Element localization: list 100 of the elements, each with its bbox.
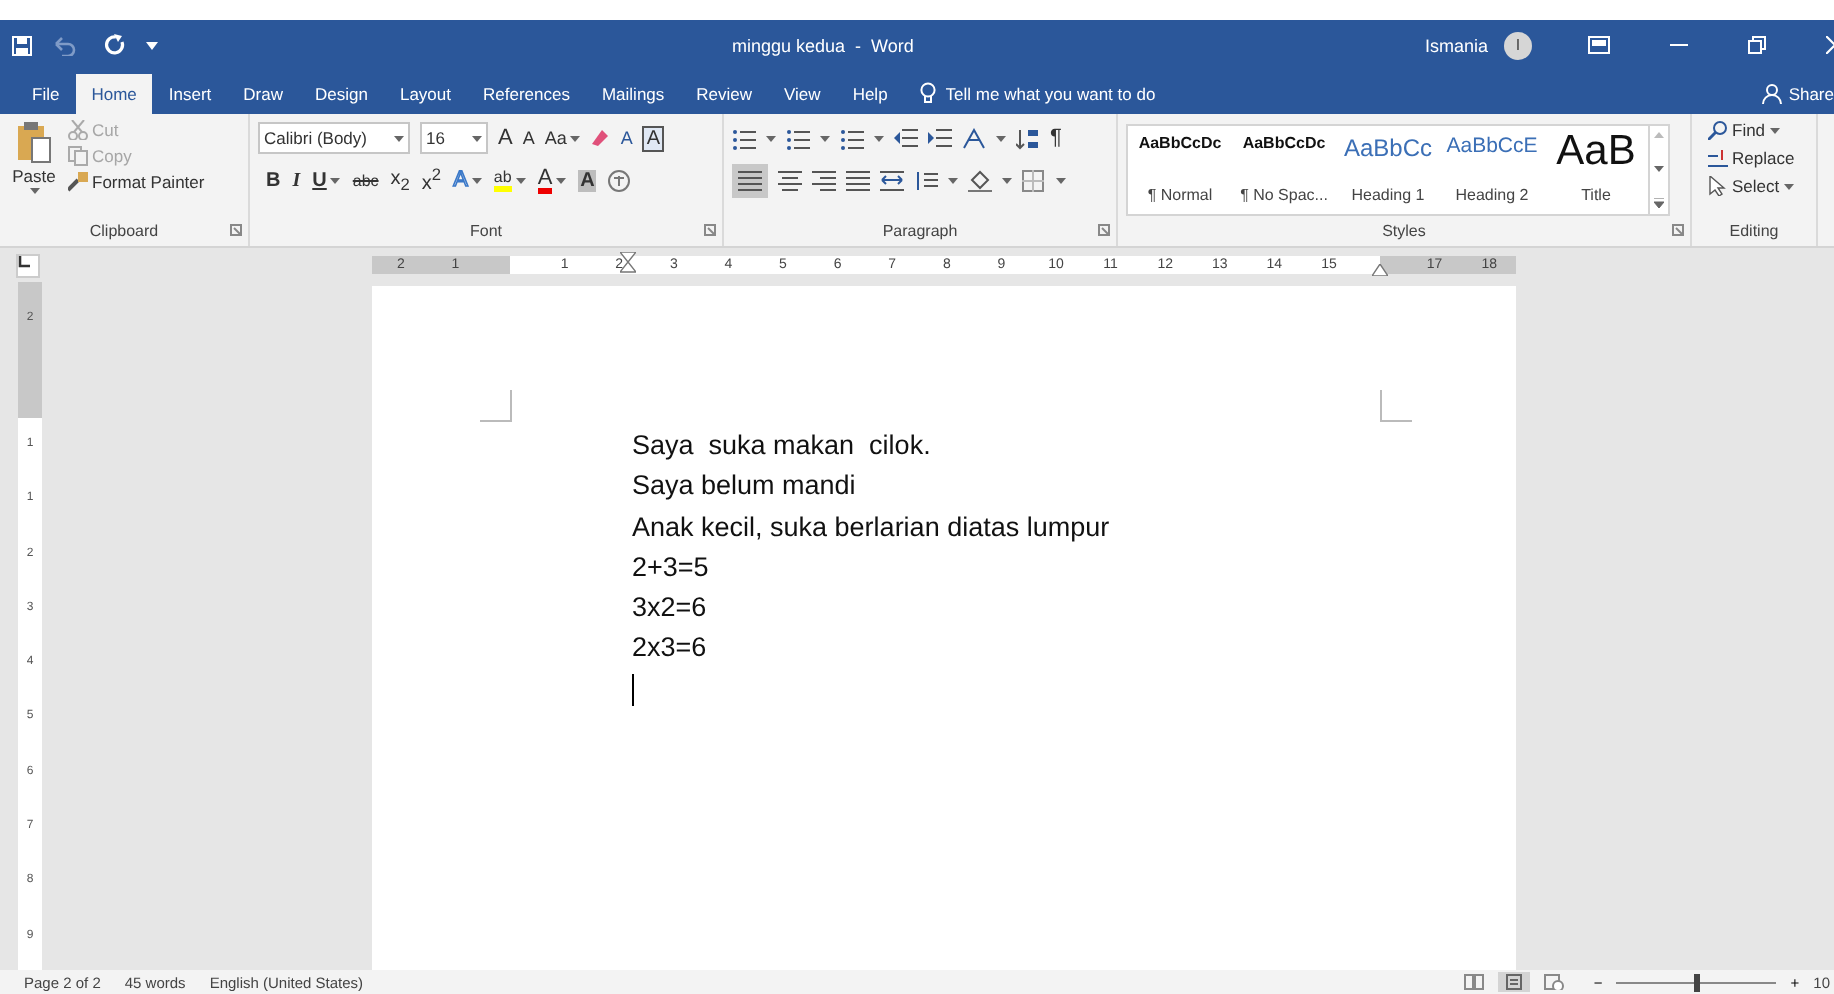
caret-icon[interactable] bbox=[330, 177, 341, 183]
dialog-launcher-icon[interactable] bbox=[704, 224, 716, 236]
ribbon-tab[interactable]: Design bbox=[299, 76, 384, 114]
font-name-field[interactable]: Calibri (Body) bbox=[258, 122, 410, 154]
bold-button[interactable]: B bbox=[266, 169, 281, 191]
document-text: 3x2=6 bbox=[632, 590, 709, 627]
ribbon-tab[interactable]: Draw bbox=[227, 76, 299, 114]
print-layout-button[interactable] bbox=[1497, 972, 1530, 992]
phonetic-guide-button[interactable]: A bbox=[620, 128, 633, 148]
ribbon-tab[interactable]: Layout bbox=[383, 76, 467, 114]
ribbon-tab[interactable]: Insert bbox=[152, 76, 228, 114]
superscript-button[interactable]: x$^{2}$ bbox=[421, 164, 442, 196]
center-button[interactable] bbox=[778, 169, 802, 191]
tell-me-field[interactable]: Tell me what you want to do bbox=[945, 83, 1266, 103]
clear-formatting-button[interactable] bbox=[590, 128, 611, 148]
subscript-button[interactable]: x$_{2}$ bbox=[390, 167, 410, 193]
select-button[interactable]: Select bbox=[1708, 176, 1808, 196]
shrink-font-button[interactable]: A bbox=[522, 128, 535, 148]
caret-icon[interactable] bbox=[570, 135, 581, 141]
indent-marker-icon[interactable] bbox=[620, 252, 636, 276]
caret-icon[interactable] bbox=[556, 177, 567, 183]
tab-stop-icon bbox=[18, 256, 30, 268]
highlight-button[interactable]: ab bbox=[493, 168, 526, 192]
right-indent-marker-icon[interactable] bbox=[1372, 264, 1388, 276]
style-option[interactable]: AaBbCc Heading 1 bbox=[1336, 126, 1440, 214]
ribbon-tab[interactable]: Review bbox=[680, 76, 769, 114]
caret-icon[interactable] bbox=[394, 135, 404, 141]
show-formatting-button[interactable]: ¶ bbox=[1050, 126, 1062, 150]
ribbon-tab[interactable]: References bbox=[467, 76, 586, 114]
font-color-button[interactable]: A bbox=[537, 167, 567, 193]
character-shading-button[interactable]: A bbox=[578, 169, 597, 191]
caret-icon[interactable] bbox=[29, 188, 39, 194]
align-left-button[interactable] bbox=[732, 163, 768, 197]
ribbon-tab[interactable]: Home bbox=[75, 74, 153, 114]
find-button[interactable]: Find bbox=[1708, 120, 1808, 140]
paste-button[interactable]: Paste bbox=[8, 120, 60, 222]
increase-indent-icon bbox=[928, 127, 952, 149]
style-option[interactable]: AaBbCcE Heading 2 bbox=[1440, 126, 1544, 214]
dialog-launcher-icon[interactable] bbox=[1098, 224, 1110, 236]
caret-icon[interactable] bbox=[766, 135, 776, 141]
web-layout-icon[interactable] bbox=[1543, 974, 1564, 990]
pointer-icon bbox=[1708, 176, 1728, 196]
enclose-characters-button[interactable] bbox=[608, 169, 631, 191]
borders-button[interactable] bbox=[1022, 169, 1046, 191]
tab-selector[interactable] bbox=[16, 254, 40, 278]
scroll-down-icon[interactable] bbox=[1654, 165, 1664, 171]
style-option[interactable]: AaBbCcDc ¶ No Spac... bbox=[1232, 126, 1336, 214]
align-left-icon bbox=[738, 169, 762, 191]
caret-icon[interactable] bbox=[1056, 177, 1066, 183]
caret-icon[interactable] bbox=[996, 135, 1006, 141]
sort-button[interactable] bbox=[1016, 127, 1040, 149]
distributed-button[interactable] bbox=[880, 169, 904, 191]
zoom-slider-thumb[interactable] bbox=[1694, 973, 1701, 991]
style-option[interactable]: AaBbCcDc ¶ Normal bbox=[1128, 126, 1232, 214]
bullets-icon bbox=[732, 127, 756, 149]
caret-icon[interactable] bbox=[471, 177, 482, 183]
strikethrough-button[interactable]: abc bbox=[352, 171, 379, 189]
ribbon-tab[interactable]: View bbox=[768, 76, 837, 114]
font-size-field[interactable]: 16 bbox=[420, 122, 488, 154]
dialog-launcher-icon[interactable] bbox=[230, 224, 242, 236]
caret-icon[interactable] bbox=[1002, 177, 1012, 183]
more-styles-icon[interactable] bbox=[1654, 198, 1664, 208]
caret-icon[interactable] bbox=[820, 135, 830, 141]
multilevel-list-button[interactable] bbox=[840, 127, 864, 149]
ribbon-display-icon bbox=[1588, 36, 1610, 54]
align-right-button[interactable] bbox=[812, 169, 836, 191]
line-spacing-button[interactable] bbox=[914, 169, 938, 191]
underline-button[interactable]: U bbox=[312, 169, 341, 191]
restore-button[interactable] bbox=[1748, 36, 1766, 54]
caret-icon[interactable] bbox=[1783, 183, 1794, 189]
user-avatar[interactable]: I bbox=[1504, 31, 1532, 59]
ribbon-display-button[interactable] bbox=[1588, 36, 1610, 54]
dialog-launcher-icon[interactable] bbox=[1672, 224, 1684, 236]
customize-caret-icon[interactable] bbox=[146, 41, 158, 49]
increase-indent-button[interactable] bbox=[928, 127, 952, 149]
caret-icon[interactable] bbox=[515, 177, 526, 183]
numbering-button[interactable] bbox=[786, 127, 810, 149]
character-border-button[interactable]: A bbox=[642, 125, 665, 151]
grow-font-button[interactable]: A bbox=[498, 126, 513, 150]
ribbon-tab[interactable]: Help bbox=[836, 76, 904, 114]
caret-icon[interactable] bbox=[874, 135, 884, 141]
caret-icon[interactable] bbox=[948, 177, 958, 183]
format-painter-button[interactable]: Format Painter bbox=[68, 172, 205, 192]
replace-button[interactable]: Replace bbox=[1708, 148, 1808, 168]
read-mode-icon[interactable] bbox=[1463, 974, 1484, 990]
shading-button[interactable] bbox=[968, 169, 992, 191]
repeat-icon[interactable] bbox=[104, 34, 126, 56]
change-case-button[interactable]: Aa bbox=[544, 128, 581, 148]
style-option[interactable]: AaB Title bbox=[1544, 126, 1648, 214]
justify-button[interactable] bbox=[846, 169, 870, 191]
save-button[interactable] bbox=[12, 35, 32, 55]
ribbon-tab[interactable]: File bbox=[16, 76, 76, 114]
caret-icon[interactable] bbox=[472, 135, 482, 141]
ribbon-tab[interactable]: Mailings bbox=[585, 76, 681, 114]
share-button[interactable]: Share bbox=[1762, 84, 1834, 114]
caret-icon[interactable] bbox=[1769, 127, 1780, 133]
italic-button[interactable]: I bbox=[292, 169, 301, 191]
decrease-indent-button[interactable] bbox=[894, 127, 918, 149]
bullets-button[interactable] bbox=[732, 127, 756, 149]
user-name[interactable]: Ismania bbox=[1424, 35, 1488, 55]
